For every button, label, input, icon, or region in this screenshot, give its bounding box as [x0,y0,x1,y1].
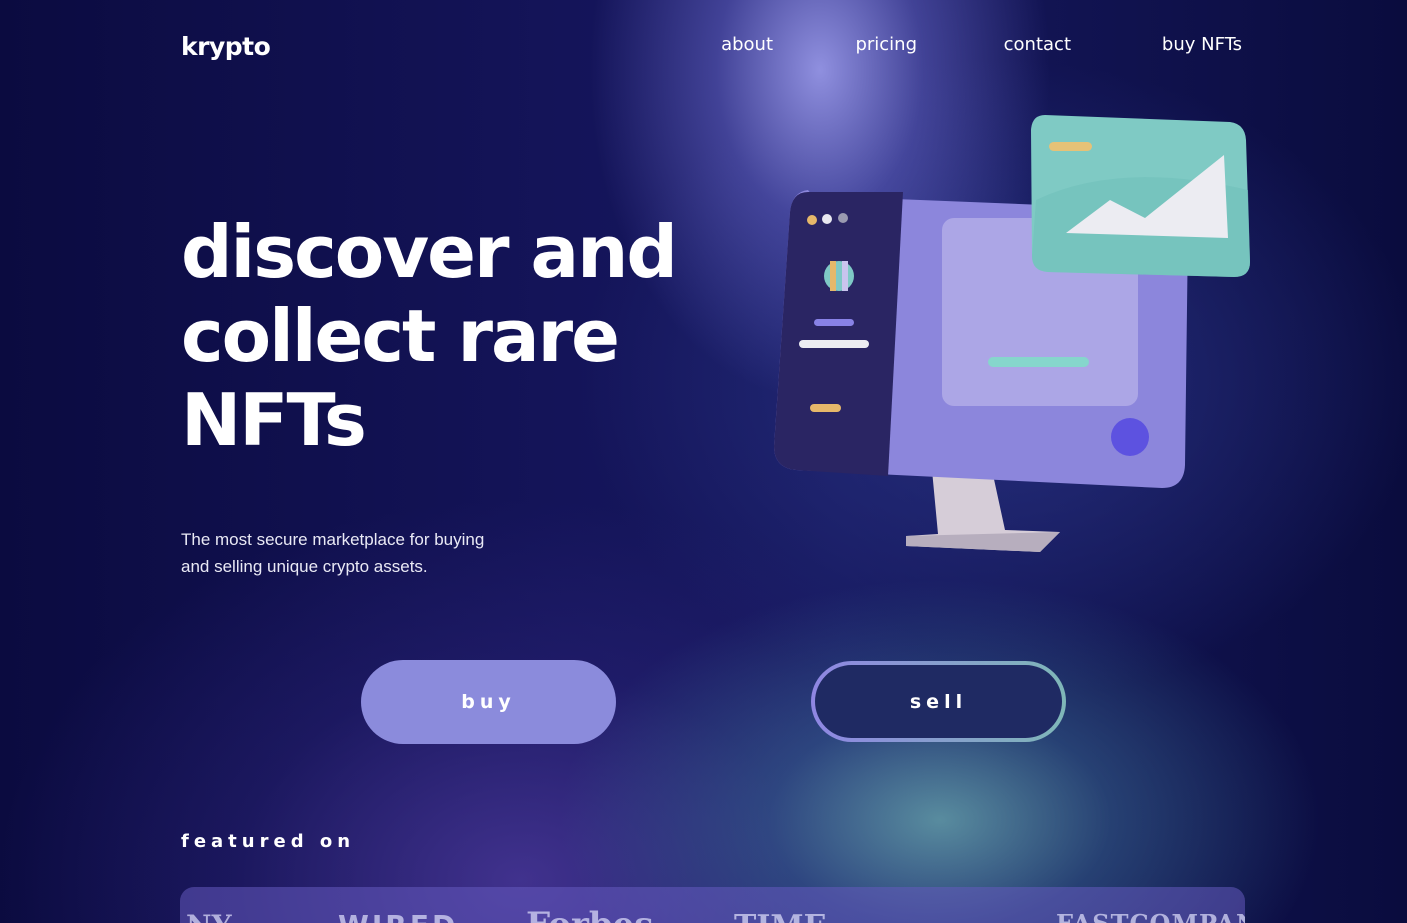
window-dot [822,214,832,224]
hero-subtitle-line: and selling unique crypto assets. [181,557,428,576]
featured-title: featured on [181,831,356,852]
nav-pricing[interactable]: pricing [855,34,917,55]
window-dot [807,215,817,225]
sidebar-line [810,404,841,412]
featured-logo: NY [186,909,232,923]
screen-card-line [988,357,1089,367]
sidebar-line [814,319,854,326]
hero-title-line: NFTs [181,378,367,462]
image-card-line [1049,142,1092,151]
sidebar-line [799,340,869,348]
monitor-sidebar [774,192,903,476]
nav-about[interactable]: about [721,34,773,55]
featured-logo: Forbes [526,905,653,923]
hero-subtitle: The most secure marketplace for buying a… [181,526,521,580]
sidebar-avatar-stripe [830,261,836,291]
buy-button-label: buy [461,691,516,713]
sidebar-avatar-stripe [842,261,848,291]
hero-title: discover and collect rare NFTs [181,210,741,462]
window-dot [838,213,848,223]
sell-button-label: sell [909,690,968,713]
featured-logos-strip: NY WIRED Forbes TIME FASTCOMPANY [180,887,1245,923]
featured-logo: FASTCOMPANY [1056,909,1245,923]
nav-contact[interactable]: contact [1004,34,1071,55]
buy-button[interactable]: buy [361,660,616,744]
sell-button[interactable]: sell [811,661,1066,742]
featured-logo: TIME [734,909,826,923]
monitor-nft-illustration [774,115,1250,552]
featured-logo: WIRED [338,909,458,923]
hero-title-line: collect rare [181,294,620,378]
nav-buy-nfts[interactable]: buy NFTs [1162,34,1242,55]
hero-subtitle-line: The most secure marketplace for buying [181,530,485,549]
brand-logo[interactable]: krypto [181,32,271,61]
sidebar-avatar [824,261,854,291]
hero-title-line: discover and [181,210,678,294]
screen-button-dot [1111,418,1149,456]
site-header: krypto about pricing contact buy NFTs [181,28,1242,64]
